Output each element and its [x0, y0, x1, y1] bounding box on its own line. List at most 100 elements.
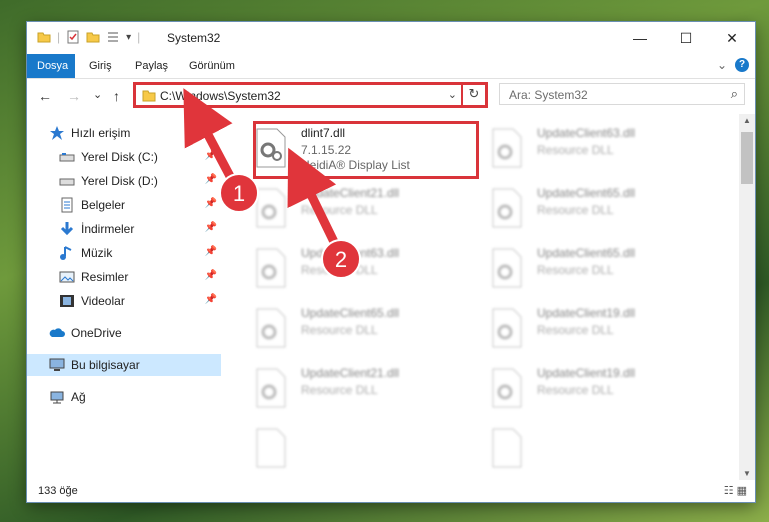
file-item[interactable]: UpdateClient19.dll Resource DLL: [485, 302, 715, 354]
sidebar-item-onedrive[interactable]: OneDrive: [27, 322, 221, 344]
file-type: Resource DLL: [537, 383, 614, 397]
file-type: Resource DLL: [537, 323, 614, 337]
pin-icon: 📌: [204, 246, 217, 257]
customize-toolbar-icon[interactable]: [106, 30, 120, 44]
sidebar-item-label: İndirmeler: [81, 222, 135, 236]
sidebar-item-this-pc[interactable]: Bu bilgisayar: [27, 354, 221, 376]
tab-file[interactable]: Dosya: [27, 54, 75, 78]
file-name: UpdateClient63.dll: [301, 246, 400, 260]
cloud-icon: [49, 328, 65, 337]
file-item[interactable]: UpdateClient19.dll Resource DLL: [485, 362, 715, 414]
tab-home[interactable]: Giriş: [79, 54, 122, 78]
sidebar-item-pictures[interactable]: Resimler 📌: [27, 266, 221, 288]
sidebar-item-label: Bu bilgisayar: [71, 358, 140, 372]
file-item[interactable]: UpdateClient65.dll Resource DLL: [249, 302, 479, 354]
search-icon[interactable]: ⌕: [731, 86, 738, 102]
dll-file-icon: [492, 428, 522, 468]
pin-icon: 📌: [204, 174, 217, 185]
pin-icon: 📌: [204, 294, 217, 305]
sidebar-item-music[interactable]: Müzik 📌: [27, 242, 221, 264]
file-name: UpdateClient65.dll: [301, 306, 400, 320]
address-bar[interactable]: C:\Windows\System32 ⌄ ↻: [133, 82, 488, 108]
dll-file-icon: [492, 308, 522, 348]
address-dropdown-icon[interactable]: ⌄: [448, 88, 457, 101]
file-type: Resource DLL: [301, 323, 378, 337]
file-item[interactable]: UpdateClient63.dll Resource DLL: [249, 242, 479, 294]
sidebar-item-label: Yerel Disk (C:): [81, 150, 158, 164]
file-item[interactable]: UpdateClient65.dll Resource DLL: [485, 242, 715, 294]
file-name: UpdateClient21.dll: [301, 186, 400, 200]
quick-access-toolbar: | ▾ |: [37, 30, 140, 44]
separator: |: [137, 30, 141, 44]
file-item[interactable]: UpdateClient21.dll Resource DLL: [249, 182, 479, 234]
sidebar-item-disk-c[interactable]: Yerel Disk (C:) 📌: [27, 146, 221, 168]
refresh-button[interactable]: ↻: [461, 82, 485, 108]
file-type: Resource DLL: [301, 383, 378, 397]
expand-ribbon-icon[interactable]: ⌄: [717, 58, 727, 72]
file-type: Resource DLL: [301, 203, 378, 217]
explorer-window: | ▾ | System32 — ☐ ✕ Dosya Giriş Paylaş …: [27, 22, 755, 502]
item-count: 133 öğe: [38, 485, 78, 497]
file-name: UpdateClient19.dll: [537, 366, 636, 380]
sidebar-item-label: Ağ: [71, 390, 86, 404]
help-icon[interactable]: ?: [735, 58, 749, 72]
forward-button[interactable]: →: [67, 88, 81, 104]
pin-icon: 📌: [204, 270, 217, 281]
dll-file-icon: [492, 368, 522, 408]
sidebar-item-documents[interactable]: Belgeler 📌: [27, 194, 221, 216]
properties-icon[interactable]: [66, 30, 80, 44]
file-item[interactable]: UpdateClient65.dll Resource DLL: [485, 182, 715, 234]
file-item[interactable]: UpdateClient63.dll Resource DLL: [485, 122, 715, 174]
file-type: Resource DLL: [301, 263, 378, 277]
drive-icon: [59, 178, 75, 186]
drive-icon: [59, 153, 75, 162]
dll-file-icon: [492, 188, 522, 228]
file-name: UpdateClient65.dll: [537, 186, 636, 200]
folder-icon[interactable]: [37, 30, 51, 44]
search-input[interactable]: Ara: System32 ⌕: [499, 83, 745, 105]
close-button[interactable]: ✕: [709, 22, 755, 54]
address-path[interactable]: C:\Windows\System32: [160, 89, 281, 103]
music-icon: [60, 246, 72, 260]
sidebar-item-quick-access[interactable]: Hızlı erişim: [27, 122, 221, 144]
recent-locations-button[interactable]: ⌄: [93, 88, 102, 101]
file-name: UpdateClient21.dll: [301, 366, 400, 380]
sidebar-item-downloads[interactable]: İndirmeler 📌: [27, 218, 221, 240]
dll-file-icon: [256, 368, 286, 408]
dll-file-icon: [256, 188, 286, 228]
sidebar-item-network[interactable]: Ağ: [27, 386, 221, 408]
scroll-thumb[interactable]: [741, 132, 753, 184]
file-item[interactable]: [249, 422, 479, 474]
file-name: UpdateClient63.dll: [537, 126, 636, 140]
sidebar-item-disk-d[interactable]: Yerel Disk (D:) 📌: [27, 170, 221, 192]
tab-view[interactable]: Görünüm: [179, 54, 245, 78]
chevron-down-icon[interactable]: ▾: [126, 32, 131, 43]
videos-icon: [60, 295, 74, 307]
up-button[interactable]: ↑: [113, 88, 120, 104]
pin-icon: 📌: [204, 222, 217, 233]
maximize-button[interactable]: ☐: [663, 22, 709, 54]
downloads-icon: [60, 222, 74, 236]
network-icon: [50, 391, 64, 404]
documents-icon: [61, 197, 73, 213]
dll-file-icon: [492, 128, 522, 168]
sidebar-item-label: OneDrive: [71, 326, 122, 340]
file-item[interactable]: UpdateClient21.dll Resource DLL: [249, 362, 479, 414]
status-bar: 133 öğe ☷ ▦: [27, 480, 755, 502]
star-icon: [50, 126, 64, 140]
new-folder-icon[interactable]: [86, 30, 100, 44]
dll-file-icon: [492, 248, 522, 288]
file-item[interactable]: [485, 422, 715, 474]
navigation-bar: ← → ⌄ ↑ C:\Windows\System32 ⌄ ↻ Ara: Sys…: [27, 79, 755, 113]
sidebar-item-videos[interactable]: Videolar 📌: [27, 290, 221, 312]
back-button[interactable]: ←: [38, 88, 52, 104]
vertical-scrollbar[interactable]: ▲ ▼: [739, 114, 755, 480]
view-toggle-icons[interactable]: ☷ ▦: [724, 484, 747, 497]
window-title: System32: [167, 31, 221, 45]
highlight-box-file: [253, 121, 479, 179]
scroll-down-icon[interactable]: ▼: [739, 469, 755, 478]
tab-share[interactable]: Paylaş: [125, 54, 178, 78]
scroll-up-icon[interactable]: ▲: [739, 116, 755, 125]
minimize-button[interactable]: —: [617, 22, 663, 54]
title-bar: | ▾ | System32 — ☐ ✕: [27, 22, 755, 54]
